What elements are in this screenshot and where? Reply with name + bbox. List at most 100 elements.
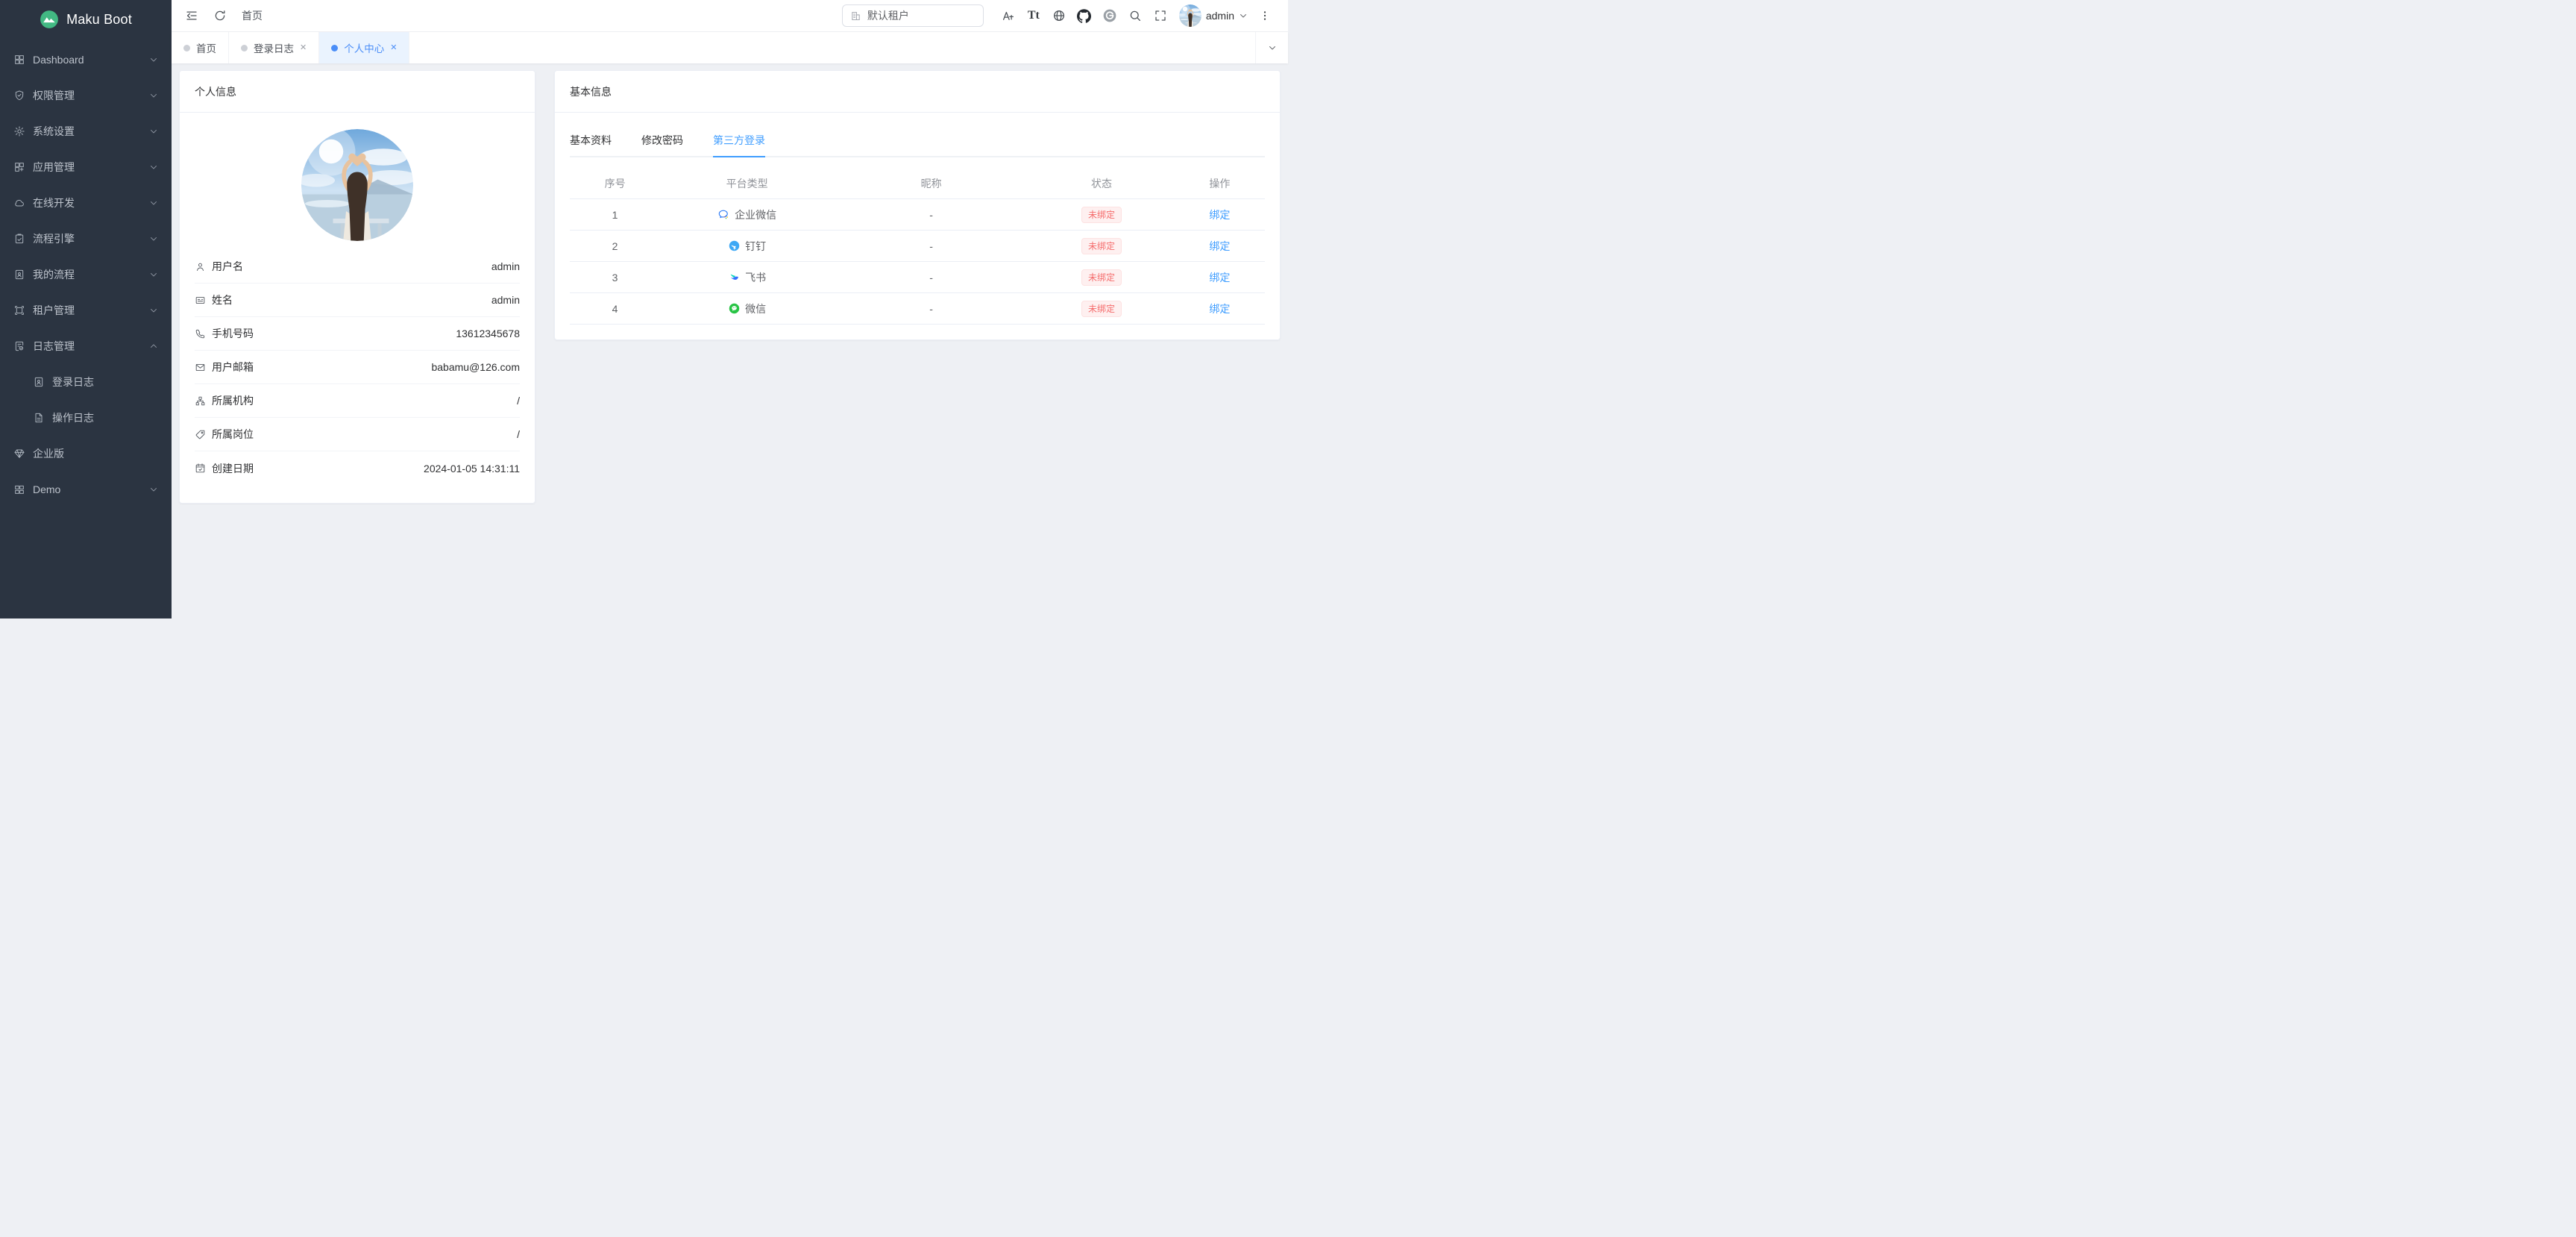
sidebar-menu: Dashboard 权限管理 系统设置 应用管理 在线开发 [0, 39, 172, 618]
bind-link[interactable]: 绑定 [1175, 270, 1265, 285]
field-post: 所属岗位 / [195, 418, 520, 451]
app-window: Maku Boot Dashboard 权限管理 系统设置 应用管理 [0, 0, 1288, 618]
table-header: 序号 平台类型 昵称 状态 操作 [570, 168, 1265, 199]
platform-cell: 企业微信 [660, 207, 834, 222]
info-tabs: 基本资料 修改密码 第三方登录 [570, 113, 1265, 157]
globe-icon [1052, 9, 1066, 22]
clipboard-check-icon [13, 233, 25, 245]
platform-cell: 微信 [660, 301, 834, 316]
main-area: 首页 默认租户 Tt [172, 0, 1288, 618]
calendar-icon [195, 463, 206, 474]
tab-profile-center[interactable]: 个人中心 ✕ [319, 32, 409, 63]
tab-list-dropdown[interactable] [1255, 32, 1288, 63]
tab-dot [183, 45, 190, 51]
github-icon [1077, 9, 1091, 23]
sidebar-item-online-dev[interactable]: 在线开发 [0, 185, 172, 221]
sidebar-item-workflow-engine[interactable]: 流程引擎 [0, 221, 172, 257]
sidebar-item-tenant-management[interactable]: 租户管理 [0, 292, 172, 328]
tabbar-spacer [409, 32, 1255, 63]
chevron-down-icon [149, 163, 158, 172]
cloud-icon [13, 197, 25, 209]
feishu-icon [728, 271, 741, 284]
fullscreen-button[interactable] [1148, 3, 1173, 28]
tab-login-log[interactable]: 登录日志 ✕ [229, 32, 319, 63]
avatar [1179, 4, 1201, 27]
table-row: 4 微信 - 未绑定 绑定 [570, 293, 1265, 325]
mail-icon [195, 362, 206, 373]
row-index: 1 [570, 209, 660, 221]
frame-icon [13, 304, 25, 316]
username: admin [1206, 10, 1234, 22]
document-user-icon [33, 376, 45, 388]
sidebar-item-permissions[interactable]: 权限管理 [0, 78, 172, 113]
font-size-icon: Tt [1028, 10, 1040, 22]
more-options-button[interactable] [1252, 3, 1278, 28]
chevron-up-icon [149, 342, 158, 351]
phone-icon [195, 328, 206, 339]
third-party-table: 序号 平台类型 昵称 状态 操作 1 企业微信 - [570, 168, 1265, 325]
status-badge: 未绑定 [1081, 207, 1122, 223]
app-logo-icon [40, 10, 59, 29]
chevron-down-icon [149, 127, 158, 136]
nickname-cell: - [834, 240, 1028, 252]
bind-link[interactable]: 绑定 [1175, 239, 1265, 254]
github-button[interactable] [1072, 3, 1097, 28]
apps-icon [13, 161, 25, 173]
field-username: 用户名 admin [195, 250, 520, 284]
bind-link[interactable]: 绑定 [1175, 301, 1265, 316]
field-value: admin [491, 294, 520, 306]
sidebar-item-my-workflow[interactable]: 我的流程 [0, 257, 172, 292]
wechat-icon [728, 302, 741, 315]
row-index: 4 [570, 303, 660, 315]
page-content: 个人信息 用户名 admin [172, 63, 1288, 618]
header-toolbar: 默认租户 Tt [842, 3, 1278, 28]
dashboard-grid-icon [13, 54, 25, 66]
tab-basic-data[interactable]: 基本资料 [570, 125, 612, 157]
tab-third-party-login[interactable]: 第三方登录 [713, 125, 765, 157]
platform-cell: 钉钉 [660, 239, 834, 254]
table-row: 2 钉钉 - 未绑定 绑定 [570, 231, 1265, 262]
sidebar-item-dashboard[interactable]: Dashboard [0, 42, 172, 78]
basic-info-card: 基本信息 基本资料 修改密码 第三方登录 序号 平台类型 昵称 状态 操作 [554, 70, 1281, 340]
org-chart-icon [195, 395, 206, 407]
gitee-button[interactable] [1097, 3, 1122, 28]
search-button[interactable] [1122, 3, 1148, 28]
user-menu[interactable]: admin [1179, 4, 1248, 27]
chevron-down-icon [149, 234, 158, 243]
tag-icon [195, 429, 206, 440]
translate-icon [1002, 9, 1015, 22]
sidebar-item-operation-log[interactable]: 操作日志 [0, 400, 172, 436]
sidebar-collapse-button[interactable] [182, 6, 201, 25]
tab-home[interactable]: 首页 [172, 32, 229, 63]
breadcrumb[interactable]: 首页 [242, 8, 263, 23]
sidebar-item-enterprise[interactable]: 企业版 [0, 436, 172, 472]
field-realname: 姓名 admin [195, 284, 520, 317]
row-index: 2 [570, 240, 660, 252]
sidebar-item-demo[interactable]: Demo [0, 472, 172, 507]
font-size-button[interactable]: Tt [1021, 3, 1046, 28]
document-icon [33, 412, 45, 424]
close-icon[interactable]: ✕ [390, 44, 397, 52]
app-title: Maku Boot [66, 12, 132, 28]
language-button[interactable] [1046, 3, 1072, 28]
bind-link[interactable]: 绑定 [1175, 207, 1265, 222]
refresh-button[interactable] [210, 6, 230, 25]
tab-dot [241, 45, 248, 51]
chevron-down-icon [1239, 11, 1248, 20]
sidebar-item-login-log[interactable]: 登录日志 [0, 364, 172, 400]
tenant-select[interactable]: 默认租户 [842, 4, 984, 27]
app-logo[interactable]: Maku Boot [0, 0, 172, 39]
field-email: 用户邮箱 babamu@126.com [195, 351, 520, 384]
close-icon[interactable]: ✕ [300, 44, 307, 52]
translate-button[interactable] [996, 3, 1021, 28]
kebab-menu-icon [1259, 9, 1271, 22]
sidebar-item-app-management[interactable]: 应用管理 [0, 149, 172, 185]
sidebar-item-system-settings[interactable]: 系统设置 [0, 113, 172, 149]
profile-avatar[interactable] [301, 129, 413, 241]
sidebar: Maku Boot Dashboard 权限管理 系统设置 应用管理 [0, 0, 172, 618]
demo-grid-icon [13, 483, 25, 495]
profile-avatar-wrap [195, 129, 520, 241]
tab-change-password[interactable]: 修改密码 [641, 125, 683, 157]
sidebar-item-log-management[interactable]: 日志管理 [0, 328, 172, 364]
document-check-icon [13, 340, 25, 352]
